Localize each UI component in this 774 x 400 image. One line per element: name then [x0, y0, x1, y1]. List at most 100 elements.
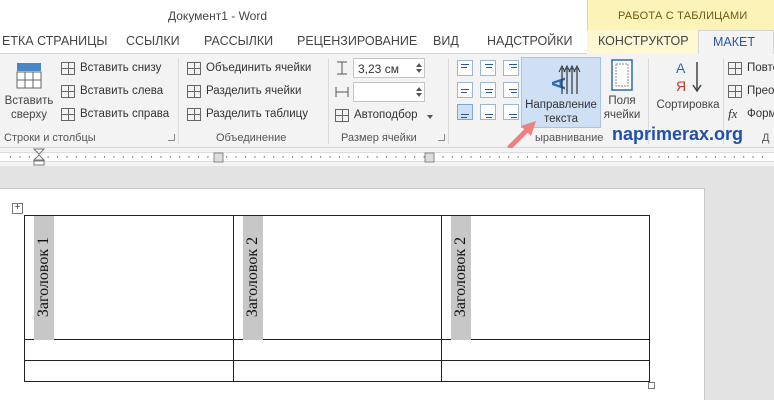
table-cell[interactable]	[24, 339, 234, 361]
column-width-icon	[335, 87, 349, 97]
watermark-text: naprimerax.org	[612, 124, 744, 144]
ruler-tick	[151, 156, 152, 158]
sort-button[interactable]: А Я Сортировка	[652, 58, 724, 112]
table-cell[interactable]	[441, 360, 650, 382]
tab-mailings[interactable]: РАССЫЛКИ	[204, 34, 273, 48]
ruler-tick	[498, 156, 500, 158]
ruler-tick	[752, 156, 754, 158]
title-bar: Документ1 - Word РАБОТА С ТАБЛИЦАМИ	[0, 0, 774, 30]
table-move-handle-icon[interactable]: +	[12, 203, 23, 214]
ruler-tick	[564, 156, 566, 158]
horizontal-ruler[interactable]	[0, 148, 774, 166]
text-direction-icon: A	[549, 64, 581, 94]
align-bottom-left-button[interactable]	[457, 104, 473, 120]
document-table[interactable]: Заголовок 1 Заголовок 2 Заголовок 2	[24, 215, 650, 382]
group-separator	[178, 58, 179, 144]
column-width-input[interactable]	[353, 82, 425, 102]
ruler-tick	[329, 156, 331, 158]
ruler-tick	[245, 156, 246, 158]
insert-below-icon	[61, 62, 75, 75]
spin-up-icon[interactable]	[416, 87, 422, 91]
merge-group-label: Объединение	[216, 132, 287, 144]
ruler-tick	[104, 156, 105, 158]
tab-layout-label: МАКЕТ	[713, 35, 756, 49]
table-row	[24, 360, 650, 382]
ruler-tick	[658, 156, 660, 158]
tab-page-layout[interactable]: ЕТКА СТРАНИЦЫ	[2, 34, 107, 48]
ruler-tick	[451, 156, 453, 158]
ruler-tick	[668, 156, 669, 158]
ruler-tick	[762, 156, 763, 158]
column-marker-icon[interactable]	[213, 152, 225, 164]
insert-left-label: Вставить слева	[80, 85, 164, 97]
ruler-tick	[545, 156, 547, 158]
sort-icon: А Я	[676, 60, 702, 94]
tab-review[interactable]: РЕЦЕНЗИРОВАНИЕ	[297, 34, 417, 48]
row-height-input[interactable]: 3,23 см	[353, 58, 425, 78]
group-separator	[328, 58, 329, 144]
cell-margins-label: Поля ячейки	[603, 95, 641, 121]
ruler-tick	[57, 156, 58, 158]
convert-label: Прео	[747, 85, 774, 97]
spin-down-icon[interactable]	[416, 93, 422, 97]
ruler-tick	[301, 156, 303, 158]
repeat-header-label: Повто	[747, 62, 774, 74]
svg-text:Я: Я	[676, 78, 686, 94]
insert-above-button[interactable]: Вставить сверху	[2, 58, 56, 122]
align-top-right-button[interactable]	[503, 60, 519, 76]
ruler-tick	[686, 156, 688, 158]
split-cells-icon	[187, 85, 201, 98]
indent-marker-icon[interactable]	[33, 148, 45, 166]
ruler-tick	[696, 156, 698, 158]
ruler-tick	[677, 156, 679, 158]
ruler-tick	[536, 156, 538, 158]
svg-text:A: A	[549, 77, 569, 90]
table-cell[interactable]	[441, 339, 650, 361]
table-cell[interactable]: Заголовок 1	[24, 215, 234, 340]
svg-text:А: А	[676, 60, 686, 76]
ruler-tick	[592, 156, 594, 158]
header-cell-text: Заголовок 1	[35, 236, 52, 318]
autofit-icon	[335, 109, 349, 122]
ruler-tick	[395, 156, 397, 158]
tab-view[interactable]: ВИД	[433, 34, 459, 48]
align-bottom-center-button[interactable]	[480, 104, 496, 120]
ruler-tick	[273, 156, 275, 158]
ruler-tick	[122, 156, 124, 158]
repeat-header-icon	[728, 62, 742, 75]
table-cell[interactable]	[233, 339, 442, 361]
tab-layout[interactable]: МАКЕТ	[698, 30, 774, 55]
table-cell[interactable]: Заголовок 2	[233, 215, 442, 340]
align-middle-right-button[interactable]	[503, 82, 519, 98]
column-marker-icon[interactable]	[424, 152, 436, 164]
ruler-tick	[160, 156, 162, 158]
ruler-tick	[743, 156, 745, 158]
table-cell[interactable]	[24, 360, 234, 382]
align-middle-left-button[interactable]	[457, 82, 473, 98]
ruler-tick	[574, 156, 575, 158]
cell-size-launcher-icon[interactable]	[438, 134, 445, 141]
align-top-left-button[interactable]	[457, 60, 473, 76]
tab-references[interactable]: ССЫЛКИ	[126, 34, 180, 48]
table-resize-handle-icon[interactable]	[648, 382, 655, 389]
table-cell[interactable]	[233, 360, 442, 382]
rows-columns-launcher-icon[interactable]	[168, 134, 175, 141]
ruler-tick	[169, 156, 171, 158]
merge-cells-icon	[187, 62, 201, 75]
ruler-tick	[263, 156, 265, 158]
cell-size-group-label: Размер ячейки	[341, 132, 417, 144]
align-middle-center-button[interactable]	[480, 82, 496, 98]
cell-margins-button[interactable]: Поля ячейки	[601, 58, 643, 122]
tab-design[interactable]: КОНСТРУКТОР	[598, 34, 689, 48]
alignment-group-label: ыравнивание	[535, 132, 604, 144]
table-cell[interactable]: Заголовок 2	[441, 215, 650, 340]
convert-icon	[728, 85, 742, 98]
spin-down-icon[interactable]	[416, 69, 422, 73]
group-separator	[448, 58, 449, 144]
tab-addins[interactable]: НАДСТРОЙКИ	[487, 34, 573, 48]
merge-cells-label: Объединить ячейки	[206, 62, 312, 74]
ruler-tick	[94, 156, 96, 158]
ruler-tick	[724, 156, 726, 158]
align-top-center-button[interactable]	[480, 60, 496, 76]
spin-up-icon[interactable]	[416, 63, 422, 67]
